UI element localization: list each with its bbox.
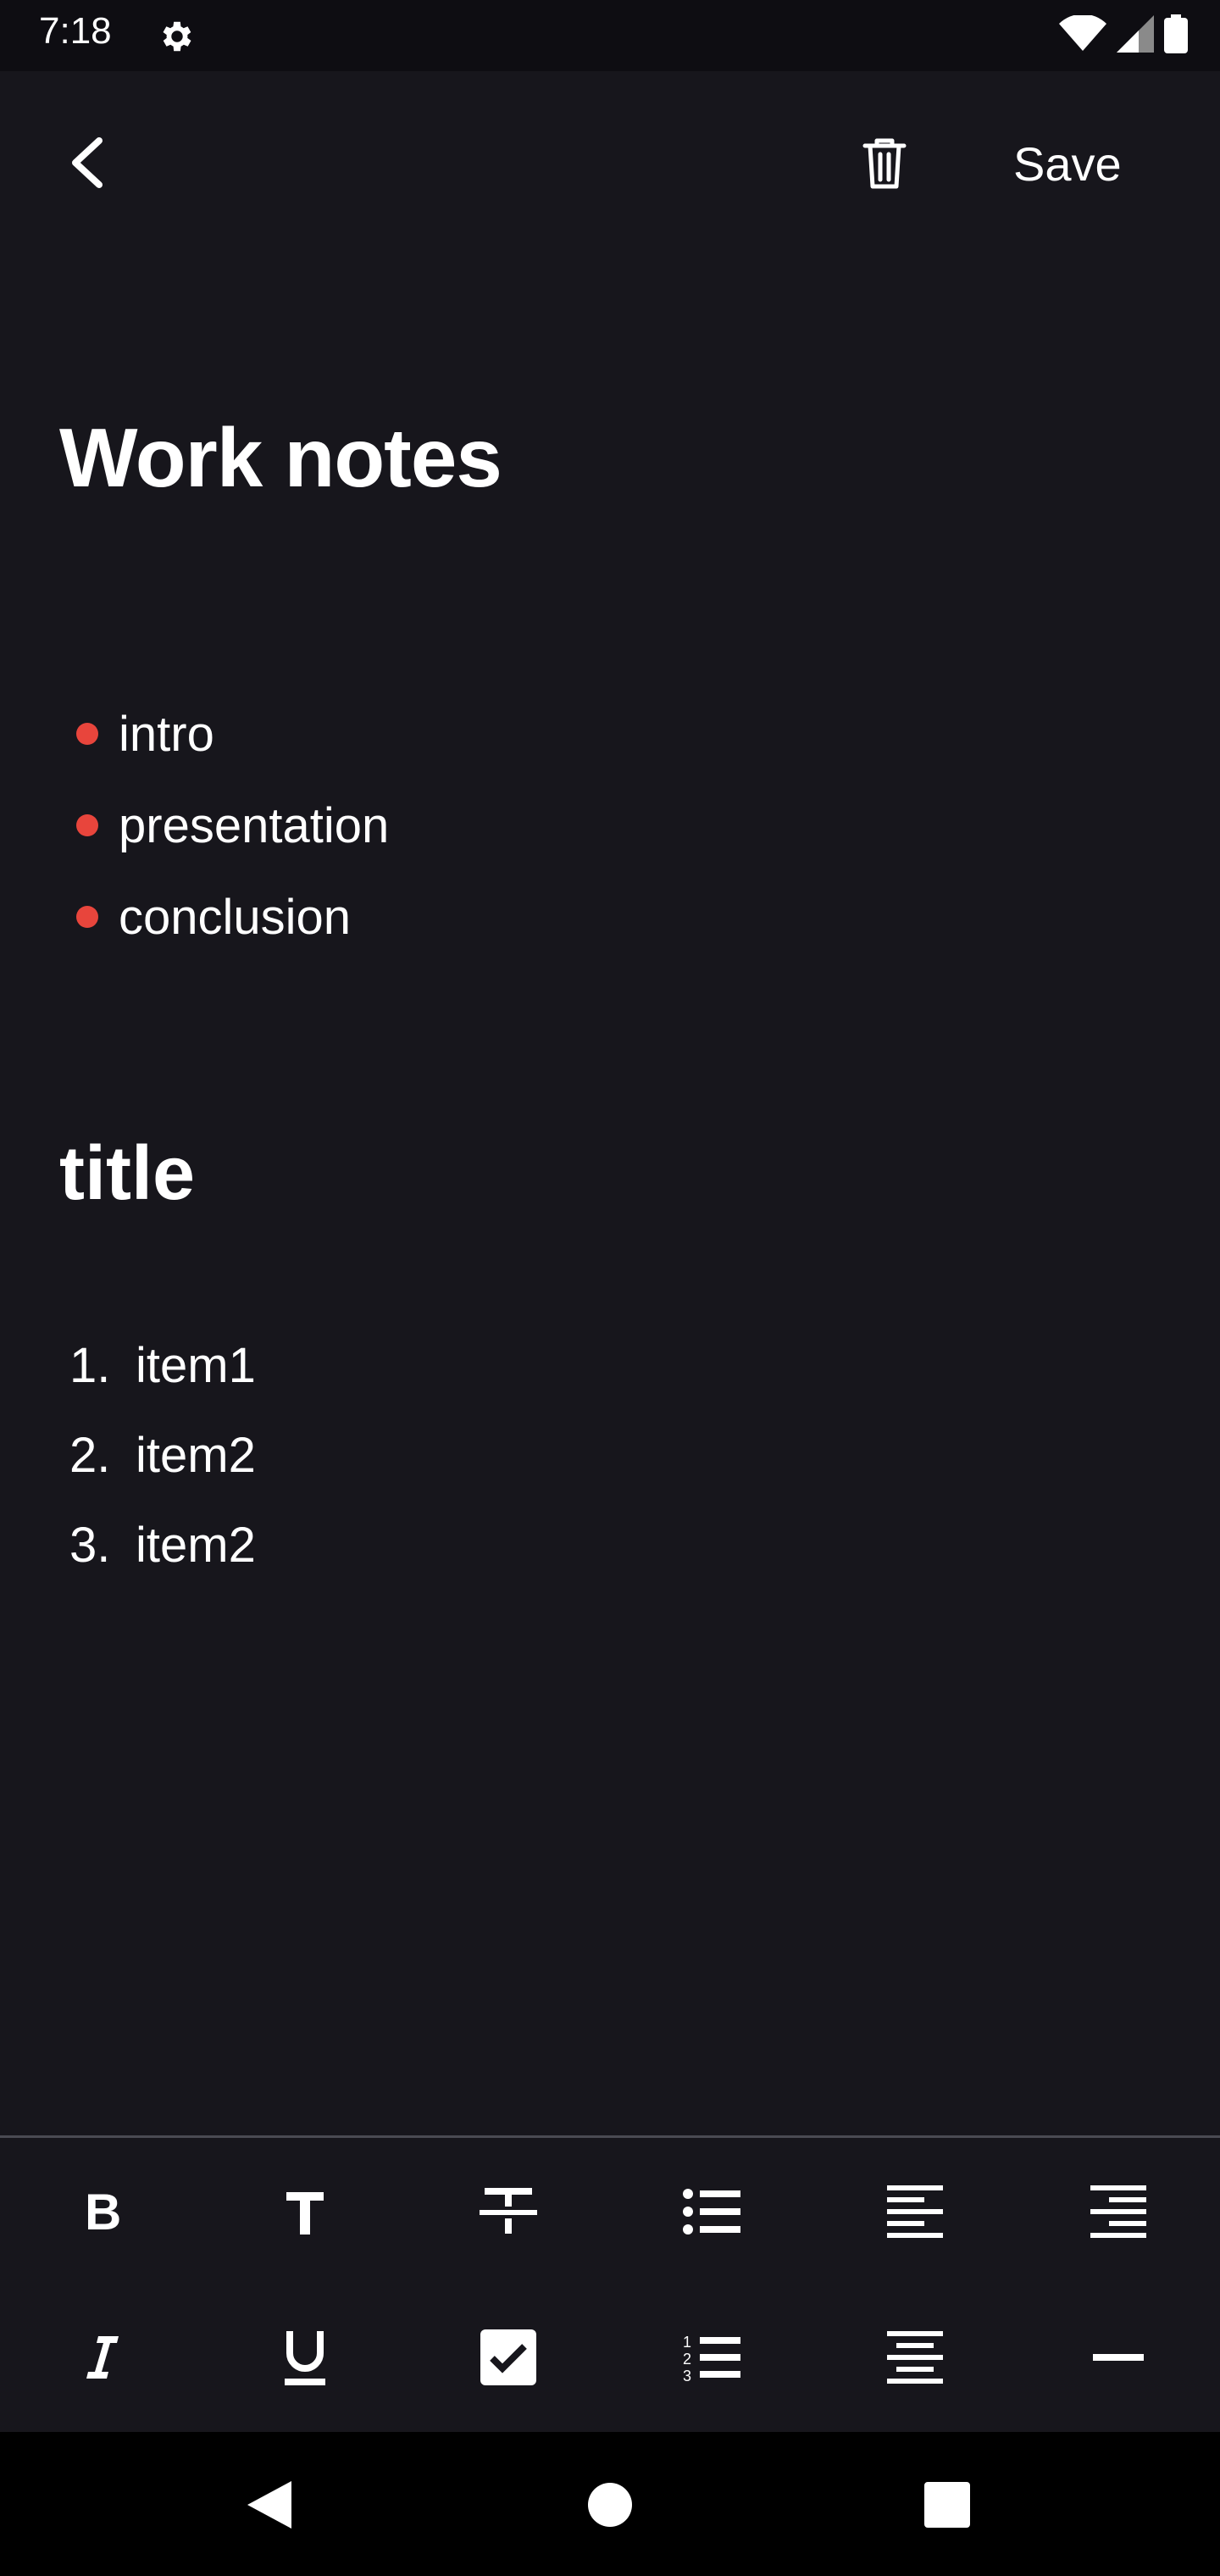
wifi-icon	[1059, 14, 1106, 57]
strikethrough-icon	[480, 2186, 537, 2241]
svg-text:B: B	[85, 2187, 121, 2236]
gear-icon	[158, 17, 197, 56]
bold-icon: B	[81, 2184, 122, 2240]
status-bar: 7:18	[0, 0, 1220, 71]
bullet-text: conclusion	[119, 889, 352, 945]
list-number: 1.	[69, 1337, 111, 1393]
bullet-text: intro	[119, 706, 214, 762]
nav-home-button[interactable]	[569, 2466, 651, 2547]
align-right-button[interactable]	[1017, 2141, 1220, 2285]
formatting-toolbar: B 1 2 3	[0, 2135, 1220, 2434]
strikethrough-button[interactable]	[407, 2141, 610, 2285]
note-editor[interactable]: Work notes intro presentation conclusion…	[0, 249, 1220, 2135]
numbered-list-button[interactable]: 123	[610, 2287, 813, 2431]
bullet-icon	[76, 906, 98, 928]
toolbar-row: B	[0, 2141, 1220, 2285]
checkbox-button[interactable]	[407, 2287, 610, 2431]
list-number: 2.	[69, 1427, 111, 1483]
list-item[interactable]: presentation	[76, 780, 389, 871]
align-left-icon	[887, 2185, 943, 2242]
list-text: item2	[136, 1517, 256, 1573]
bullet-icon	[76, 814, 98, 836]
bullet-icon	[76, 723, 98, 745]
nav-home-icon	[587, 2482, 633, 2532]
svg-text:1: 1	[683, 2334, 691, 2351]
nav-recents-button[interactable]	[907, 2466, 988, 2547]
system-nav-bar	[0, 2432, 1220, 2576]
save-button[interactable]: Save	[1013, 130, 1122, 198]
trash-icon	[862, 137, 907, 196]
back-button[interactable]	[51, 129, 122, 200]
list-text: item2	[136, 1427, 256, 1483]
chevron-left-icon	[65, 136, 108, 194]
align-right-icon	[1090, 2185, 1146, 2242]
list-text: item1	[136, 1337, 256, 1393]
italic-icon	[83, 2333, 120, 2386]
toolbar-row: 123	[0, 2287, 1220, 2431]
bullet-list-icon	[683, 2187, 740, 2240]
text-size-icon	[285, 2187, 325, 2240]
list-item[interactable]: 2. item2	[69, 1410, 256, 1500]
align-center-button[interactable]	[813, 2287, 1017, 2431]
numbered-list-icon: 123	[683, 2332, 740, 2387]
bold-button[interactable]: B	[0, 2141, 203, 2285]
align-center-icon	[887, 2330, 943, 2388]
italic-button[interactable]	[0, 2287, 203, 2431]
nav-back-button[interactable]	[229, 2466, 310, 2547]
text-size-button[interactable]	[203, 2141, 407, 2285]
list-item[interactable]: 3. item2	[69, 1500, 256, 1590]
status-icons	[1059, 14, 1188, 58]
battery-icon	[1164, 14, 1188, 58]
app-bar: Save	[0, 71, 1220, 249]
underline-icon	[283, 2329, 327, 2390]
status-time: 7:18	[39, 10, 112, 52]
list-number: 3.	[69, 1517, 111, 1573]
horizontal-rule-icon	[1093, 2351, 1144, 2367]
delete-button[interactable]	[847, 129, 922, 203]
note-title[interactable]: Work notes	[59, 410, 502, 506]
bullet-list-button[interactable]	[610, 2141, 813, 2285]
nav-recents-icon	[924, 2481, 970, 2532]
nav-back-icon	[246, 2479, 293, 2534]
signal-icon	[1117, 14, 1154, 57]
underline-button[interactable]	[203, 2287, 407, 2431]
list-item[interactable]: 1. item1	[69, 1320, 256, 1410]
svg-text:3: 3	[683, 2368, 691, 2383]
numbered-list: 1. item1 2. item2 3. item2	[69, 1320, 256, 1590]
section-heading[interactable]: title	[59, 1130, 195, 1218]
bullet-list: intro presentation conclusion	[76, 688, 389, 963]
list-item[interactable]: intro	[76, 688, 389, 780]
horizontal-rule-button[interactable]	[1017, 2287, 1220, 2431]
bullet-text: presentation	[119, 797, 390, 853]
align-left-button[interactable]	[813, 2141, 1017, 2285]
checkbox-icon	[480, 2329, 536, 2390]
list-item[interactable]: conclusion	[76, 871, 389, 963]
svg-text:2: 2	[683, 2351, 691, 2368]
